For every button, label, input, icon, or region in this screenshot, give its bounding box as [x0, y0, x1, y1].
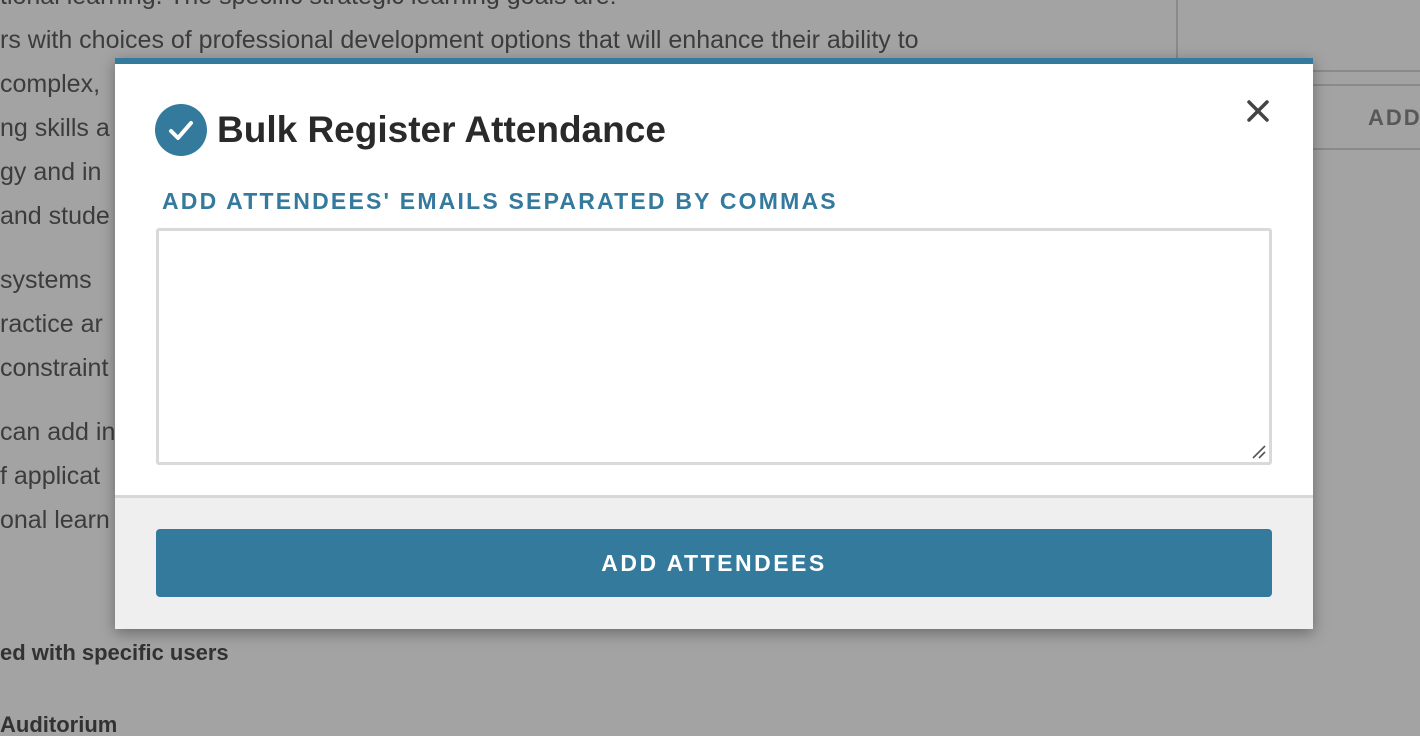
resize-handle-icon[interactable]: [1251, 444, 1267, 460]
emails-field-label: ADD ATTENDEES' EMAILS SEPARATED BY COMMA…: [162, 188, 838, 214]
modal-footer: ADD ATTENDEES: [115, 495, 1313, 629]
close-icon[interactable]: [1243, 96, 1273, 126]
bulk-register-modal: Bulk Register Attendance ADD ATTENDEES' …: [115, 58, 1313, 629]
modal-title: Bulk Register Attendance: [217, 109, 666, 150]
check-circle-icon: [155, 104, 207, 156]
attendee-emails-input[interactable]: [156, 228, 1272, 465]
add-attendees-button[interactable]: ADD ATTENDEES: [156, 529, 1272, 597]
modal-header: Bulk Register Attendance: [155, 104, 666, 156]
